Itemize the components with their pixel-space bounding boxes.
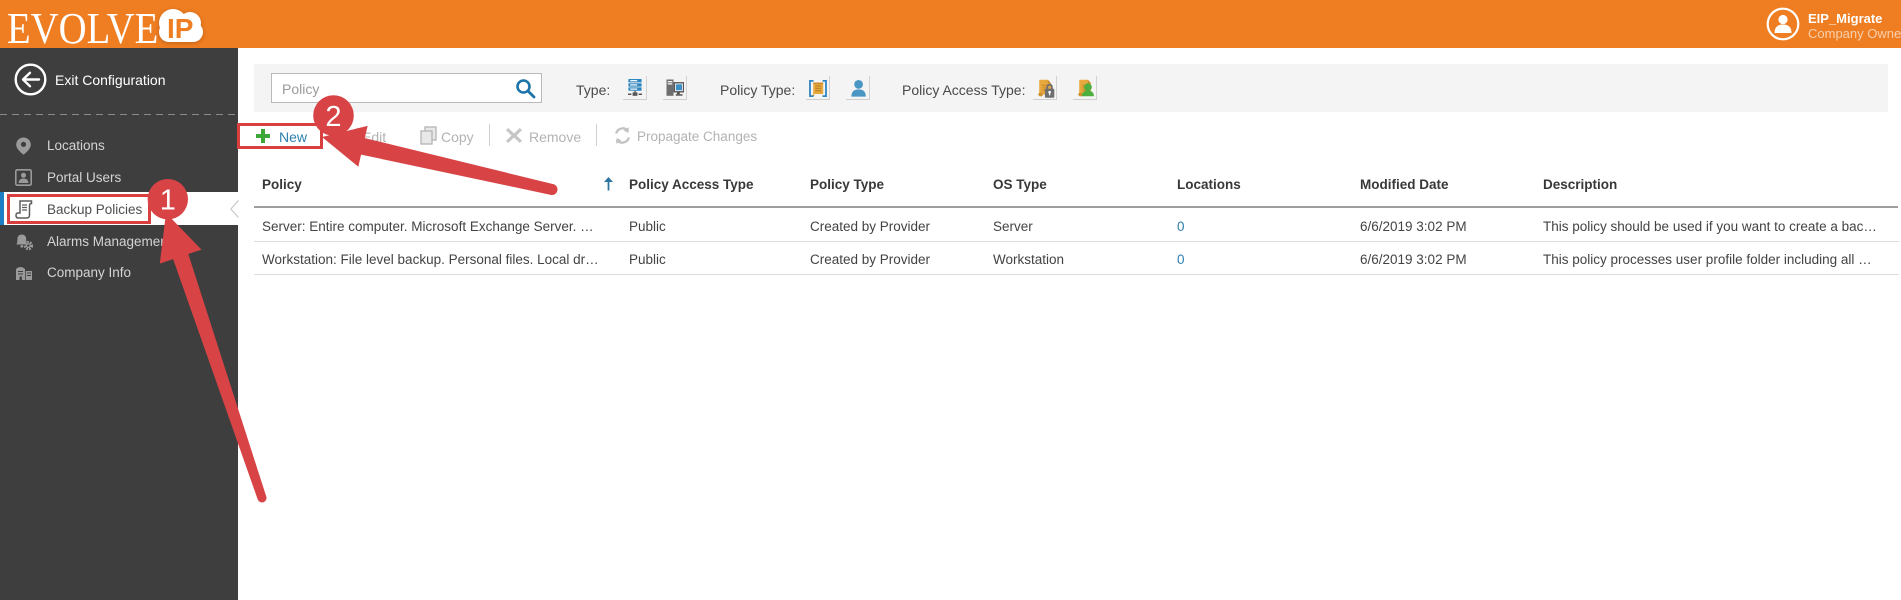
svg-text:IP: IP: [167, 13, 193, 44]
